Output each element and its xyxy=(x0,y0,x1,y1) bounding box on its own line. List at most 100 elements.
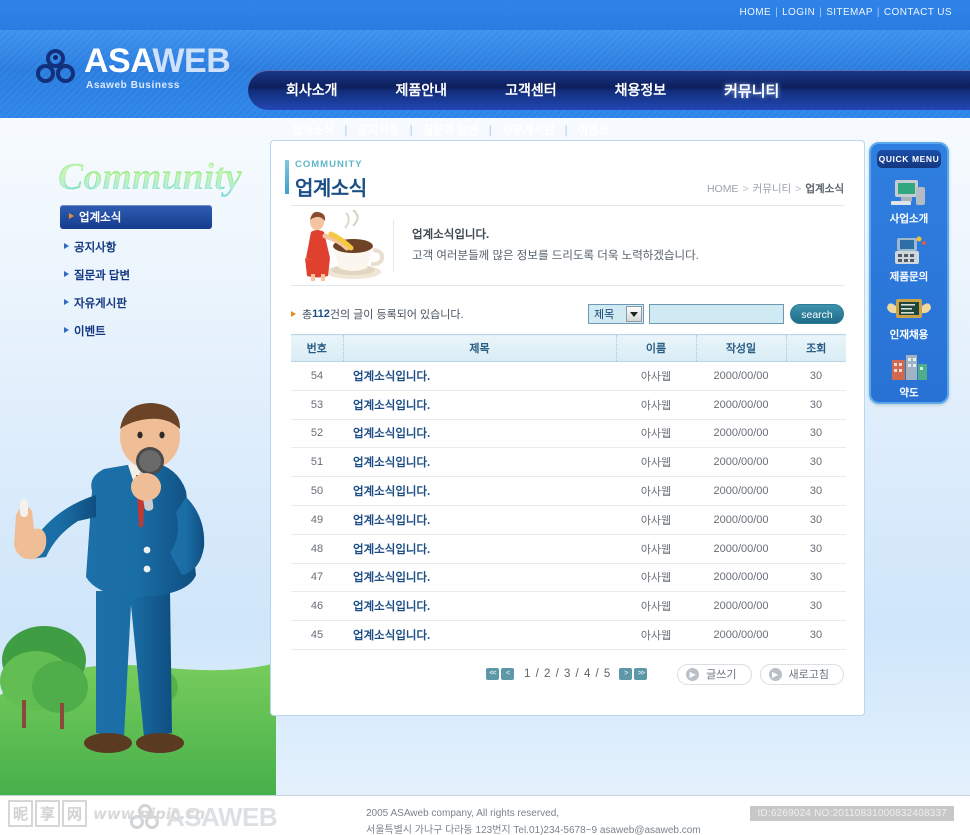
sidebar-item-label: 업계소식 xyxy=(79,212,122,224)
post-link[interactable]: 업계소식입니다. xyxy=(353,486,430,498)
pager-first-button[interactable]: << xyxy=(486,668,499,681)
nav-item-company[interactable]: 회사소개 xyxy=(286,80,338,100)
site-logo[interactable]: ASAWEB Asaweb Business xyxy=(36,42,231,91)
table-row[interactable]: 52 업계소식입니다. 아사웹 2000/00/00 30 xyxy=(291,419,846,449)
nav-item-products[interactable]: 제품안내 xyxy=(396,80,448,100)
refresh-label: 새로고침 xyxy=(788,669,829,682)
cell-date: 2000/00/00 xyxy=(696,476,786,506)
cell-hits: 30 xyxy=(786,447,846,478)
pager-prev-button[interactable]: < xyxy=(501,668,514,681)
cell-no: 53 xyxy=(291,390,343,420)
refresh-button[interactable]: ▶ 새로고침 xyxy=(759,663,844,685)
intro-divider xyxy=(393,220,394,272)
table-row[interactable]: 47 업계소식입니다. 아사웹 2000/00/00 30 xyxy=(291,563,846,593)
table-row[interactable]: 49 업계소식입니다. 아사웹 2000/00/00 30 xyxy=(291,505,846,535)
intro-line-1: 업계소식입니다. xyxy=(412,228,490,241)
subnav-item-qna[interactable]: 질문과 답변 xyxy=(423,125,479,137)
column-header-hits: 조회 xyxy=(785,334,846,362)
search-button[interactable]: search xyxy=(790,304,844,324)
post-count-text: 총 112 건의 글이 등록되어 있습니다. xyxy=(291,306,464,322)
post-link[interactable]: 업계소식입니다. xyxy=(353,428,430,440)
cell-subject: 업계소식입니다. xyxy=(343,447,616,478)
link-login[interactable]: LOGIN xyxy=(782,7,815,18)
table-row[interactable]: 46 업계소식입니다. 아사웹 2000/00/00 30 xyxy=(291,591,846,622)
title-accent-bar xyxy=(285,160,289,194)
cell-hits: 30 xyxy=(786,563,846,593)
board-actions: ▶ 글쓰기 ▶ 새로고침 xyxy=(669,663,844,685)
cell-no: 45 xyxy=(291,620,343,650)
table-row[interactable]: 51 업계소식입니다. 아사웹 2000/00/00 30 xyxy=(291,447,846,478)
panel-eyebrow: COMMUNITY xyxy=(295,159,363,170)
breadcrumb-section[interactable]: 커뮤니티 xyxy=(753,183,792,195)
breadcrumb-current: 업계소식 xyxy=(805,183,844,195)
nav-item-customer-center[interactable]: 고객센터 xyxy=(505,80,557,100)
link-contact-us[interactable]: CONTACT US xyxy=(884,7,952,18)
subnav-item-notice[interactable]: 공지사항 xyxy=(357,125,399,137)
sidebar-item-industry-news[interactable]: 업계소식 xyxy=(60,205,212,229)
sidebar-item-qna[interactable]: 질문과 답변 xyxy=(60,264,212,285)
cell-subject: 업계소식입니다. xyxy=(343,620,616,650)
cell-hits: 30 xyxy=(786,361,846,391)
column-header-subject: 제목 xyxy=(342,334,616,362)
table-row[interactable]: 48 업계소식입니다. 아사웹 2000/00/00 30 xyxy=(291,534,846,564)
breadcrumb-home[interactable]: HOME xyxy=(707,183,739,195)
nav-item-recruit[interactable]: 채용정보 xyxy=(615,80,667,100)
pagination: << < 1 / 2 / 3 / 4 / 5 > >> xyxy=(486,668,649,681)
link-sitemap[interactable]: SITEMAP xyxy=(826,7,873,18)
search-field-select[interactable]: 제목 xyxy=(588,304,644,324)
quick-menu-item-map[interactable]: 약도 xyxy=(871,350,947,400)
cell-hits: 30 xyxy=(786,476,846,506)
quick-menu-item-product-inquiry[interactable]: 제품문의 xyxy=(871,234,947,284)
subnav-item-event[interactable]: 이벤트 xyxy=(578,125,610,137)
cell-no: 49 xyxy=(291,505,343,535)
pager-next-button[interactable]: > xyxy=(619,668,633,681)
post-link[interactable]: 업계소식입니다. xyxy=(353,371,430,383)
cell-no: 52 xyxy=(291,419,343,449)
cell-date: 2000/00/00 xyxy=(696,447,786,478)
sidebar-item-label: 질문과 답변 xyxy=(74,269,131,282)
sidebar-item-free-board[interactable]: 자유게시판 xyxy=(60,292,212,313)
cell-no: 48 xyxy=(291,534,343,564)
cell-name: 아사웹 xyxy=(616,361,696,391)
cell-no: 51 xyxy=(291,447,343,478)
post-link[interactable]: 업계소식입니다. xyxy=(353,400,430,412)
cell-hits: 30 xyxy=(786,534,846,564)
cell-hits: 30 xyxy=(786,591,846,622)
watermark-nipic: 昵 享 网 www.nipic.cn xyxy=(8,800,205,827)
sidebar-item-event[interactable]: 이벤트 xyxy=(60,320,212,341)
post-link[interactable]: 업계소식입니다. xyxy=(353,515,430,527)
post-link[interactable]: 업계소식입니다. xyxy=(353,457,430,469)
sidebar-item-notice[interactable]: 공지사항 xyxy=(60,236,212,257)
breadcrumb-separator: > xyxy=(742,183,749,195)
logo-word-primary: ASA xyxy=(84,42,153,80)
link-separator: | xyxy=(819,7,823,18)
quick-menu-item-business[interactable]: 사업소개 xyxy=(871,176,947,226)
chevron-down-icon[interactable] xyxy=(626,306,642,322)
nav-item-community[interactable]: 커뮤니티 xyxy=(724,80,779,101)
sidebar-menu: 업계소식 공지사항 질문과 답변 자유게시판 이벤트 xyxy=(60,205,212,348)
sidebar-item-label: 자유게시판 xyxy=(74,297,127,310)
cell-name: 아사웹 xyxy=(616,419,696,449)
cell-subject: 업계소식입니다. xyxy=(343,563,616,593)
write-post-button[interactable]: ▶ 글쓰기 xyxy=(677,663,752,685)
subnav-separator: | xyxy=(488,125,492,137)
table-row[interactable]: 50 업계소식입니다. 아사웹 2000/00/00 30 xyxy=(291,476,846,506)
link-home[interactable]: HOME xyxy=(739,7,771,18)
cell-name: 아사웹 xyxy=(616,390,696,420)
watermark-brand-char-2: 享 xyxy=(35,800,61,827)
quick-menu-item-recruit[interactable]: 인재채용 xyxy=(871,292,947,342)
table-row[interactable]: 54 업계소식입니다. 아사웹 2000/00/00 30 xyxy=(291,361,846,391)
write-post-label: 글쓰기 xyxy=(706,669,737,682)
subnav-item-free-board[interactable]: 자유게시판 xyxy=(502,125,555,137)
subnav-item-industry-news[interactable]: 업계소식 xyxy=(292,125,334,137)
pager-page-numbers[interactable]: 1 / 2 / 3 / 4 / 5 xyxy=(524,668,611,680)
table-row[interactable]: 53 업계소식입니다. 아사웹 2000/00/00 30 xyxy=(291,390,846,420)
post-link[interactable]: 업계소식입니다. xyxy=(353,544,430,556)
table-row[interactable]: 45 업계소식입니다. 아사웹 2000/00/00 30 xyxy=(291,620,846,650)
pager-last-button[interactable]: >> xyxy=(634,668,648,681)
post-link[interactable]: 업계소식입니다. xyxy=(353,630,430,642)
search-input[interactable] xyxy=(649,304,784,324)
post-link[interactable]: 업계소식입니다. xyxy=(353,572,430,584)
search-row: 총 112 건의 글이 등록되어 있습니다. 제목 search xyxy=(271,294,864,334)
post-link[interactable]: 업계소식입니다. xyxy=(353,601,430,613)
